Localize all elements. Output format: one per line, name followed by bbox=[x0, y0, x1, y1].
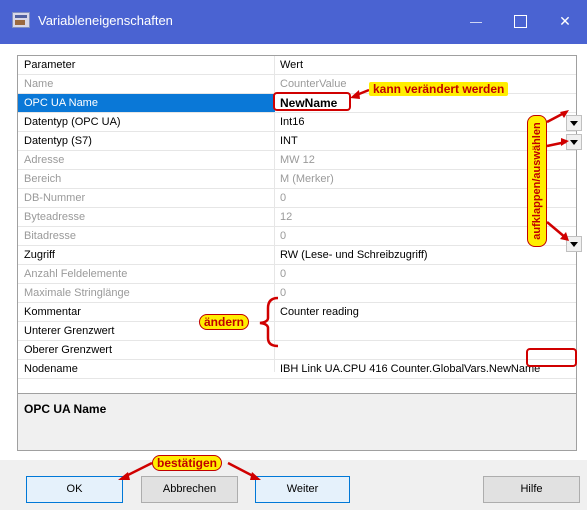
param-value: 0 bbox=[280, 287, 287, 299]
table-row-bit-address: Bitadresse 0 bbox=[18, 227, 576, 246]
param-value[interactable]: RW (Lese- und Schreibzugriff) bbox=[280, 249, 428, 261]
table-row-lower-limit[interactable]: Unterer Grenzwert bbox=[18, 322, 576, 341]
property-grid: Parameter Wert Name CounterValue OPC UA … bbox=[17, 55, 577, 394]
param-value: 0 bbox=[280, 268, 287, 280]
callout-confirm: bestätigen bbox=[152, 455, 223, 471]
table-row-datatype-s7[interactable]: Datentyp (S7) INT bbox=[18, 132, 576, 151]
param-label: DB-Nummer bbox=[24, 192, 86, 204]
table-row-opcua-name[interactable]: OPC UA Name NewName bbox=[18, 94, 576, 113]
param-value: 0 bbox=[280, 192, 287, 204]
table-row-byte-address: Byteadresse 12 bbox=[18, 208, 576, 227]
param-label: Kommentar bbox=[24, 306, 81, 318]
nodename-suffix: NewName bbox=[488, 363, 541, 375]
callout-change: ändern bbox=[199, 314, 250, 330]
table-row-db-number: DB-Nummer 0 bbox=[18, 189, 576, 208]
param-value: MW 12 bbox=[280, 154, 315, 166]
header-value: Wert bbox=[280, 59, 304, 71]
param-label: Name bbox=[24, 78, 54, 90]
callout-editable: kann verändert werden bbox=[369, 82, 509, 96]
table-row-comment[interactable]: Kommentar Counter reading bbox=[18, 303, 576, 322]
description-title: OPC UA Name bbox=[24, 402, 107, 416]
param-value[interactable]: INT bbox=[280, 135, 298, 147]
description-panel: OPC UA Name bbox=[17, 393, 577, 451]
grid-header-row: Parameter Wert bbox=[18, 56, 576, 75]
param-label: Maximale Stringlänge bbox=[24, 287, 130, 299]
close-button[interactable]: ✕ bbox=[545, 6, 585, 36]
param-label: Nodename bbox=[24, 363, 78, 375]
table-row-array-elements: Anzahl Feldelemente 0 bbox=[18, 265, 576, 284]
param-value: 0 bbox=[280, 230, 287, 242]
minimize-button[interactable] bbox=[456, 6, 496, 36]
next-button[interactable]: Weiter bbox=[255, 476, 350, 503]
comment-input[interactable]: Counter reading bbox=[280, 306, 359, 318]
maximize-button[interactable] bbox=[500, 6, 540, 36]
nodename-value: IBH Link UA.CPU 416 Counter.GlobalVars.N… bbox=[280, 363, 540, 375]
table-row-upper-limit[interactable]: Oberer Grenzwert bbox=[18, 341, 576, 360]
header-parameter: Parameter bbox=[24, 59, 76, 71]
param-value[interactable]: Int16 bbox=[280, 116, 304, 128]
param-label: Bitadresse bbox=[24, 230, 76, 242]
nodename-prefix: IBH Link UA.CPU 416 Counter.GlobalVars. bbox=[280, 363, 489, 375]
title-bar: Variableneigenschaften ✕ bbox=[0, 0, 587, 44]
table-row-area: Bereich M (Merker) bbox=[18, 170, 576, 189]
cancel-button[interactable]: Abbrechen bbox=[141, 476, 238, 503]
access-dropdown-button[interactable] bbox=[566, 236, 582, 252]
help-button[interactable]: Hilfe bbox=[483, 476, 580, 503]
table-row-nodename: Nodename IBH Link UA.CPU 416 Counter.Glo… bbox=[18, 360, 576, 379]
window-title: Variableneigenschaften bbox=[38, 13, 173, 28]
param-value: CounterValue bbox=[280, 78, 347, 90]
param-label: OPC UA Name bbox=[24, 97, 98, 109]
param-label: Adresse bbox=[24, 154, 65, 166]
param-label: Oberer Grenzwert bbox=[24, 344, 113, 356]
param-label: Zugriff bbox=[24, 249, 55, 261]
datatype-opcua-dropdown-button[interactable] bbox=[566, 115, 582, 131]
param-label: Datentyp (OPC UA) bbox=[24, 116, 121, 128]
app-icon bbox=[12, 12, 30, 28]
param-value: 12 bbox=[280, 211, 293, 223]
param-label: Datentyp (S7) bbox=[24, 135, 92, 147]
table-row-max-string-length: Maximale Stringlänge 0 bbox=[18, 284, 576, 303]
param-label: Anzahl Feldelemente bbox=[24, 268, 128, 280]
param-label: Unterer Grenzwert bbox=[24, 325, 115, 337]
param-value: M (Merker) bbox=[280, 173, 334, 185]
ok-button[interactable]: OK bbox=[26, 476, 123, 503]
opcua-name-input[interactable]: NewName bbox=[280, 96, 337, 110]
callout-dropdown-text: aufklappen/auswählen bbox=[531, 122, 543, 240]
param-label: Bereich bbox=[24, 173, 62, 185]
callout-dropdown: aufklappen/auswählen bbox=[527, 115, 547, 247]
datatype-s7-dropdown-button[interactable] bbox=[566, 134, 582, 150]
table-row-address: Adresse MW 12 bbox=[18, 151, 576, 170]
param-label: Byteadresse bbox=[24, 211, 86, 223]
table-row-datatype-opcua[interactable]: Datentyp (OPC UA) Int16 bbox=[18, 113, 576, 132]
table-row-access[interactable]: Zugriff RW (Lese- und Schreibzugriff) bbox=[18, 246, 576, 265]
